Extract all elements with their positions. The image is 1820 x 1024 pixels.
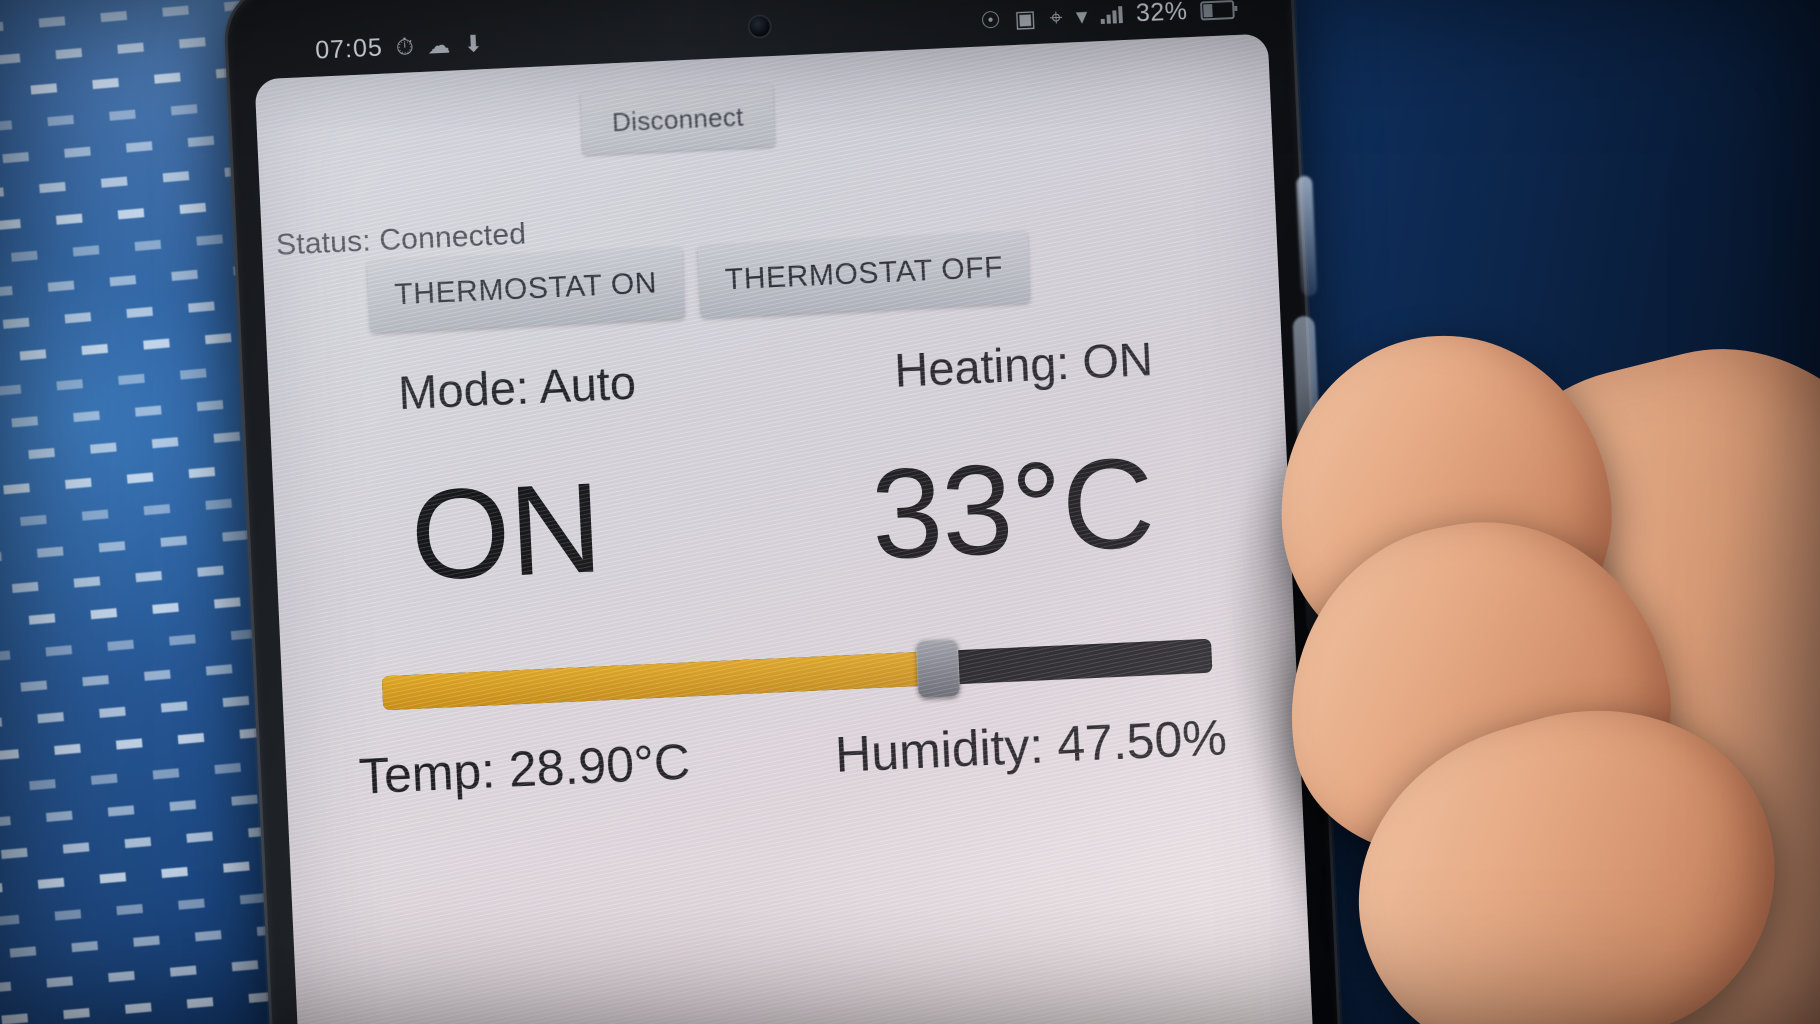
thermostat-app: Disconnect Status: Connected THERMOSTAT … — [255, 33, 1316, 1024]
sensor-readings-row: Temp: 28.90°C Humidity: 47.50% — [285, 705, 1301, 809]
slider-fill — [381, 651, 939, 711]
mode-heating-row: Mode: Auto Heating: ON — [268, 325, 1283, 426]
thermostat-off-button[interactable]: THERMOSTAT OFF — [697, 230, 1031, 318]
temperature-reading: Temp: 28.90°C — [357, 733, 692, 805]
primary-readout-row: ON 33°C — [272, 423, 1292, 616]
status-bar-left: 07:05 ⏱ ☁ ⬇ — [315, 29, 484, 66]
humidity-reading: Humidity: 47.50% — [833, 709, 1228, 783]
status-bar-right: ☉ ▣ ⌖ ▾ 32% — [980, 0, 1235, 35]
temperature-slider[interactable] — [381, 625, 1213, 723]
disconnect-button[interactable]: Disconnect — [580, 84, 776, 155]
clock-label: 07:05 — [314, 33, 384, 65]
heating-label: Heating: ON — [893, 332, 1154, 397]
battery-icon — [1199, 0, 1235, 21]
download-icon: ⬇ — [463, 29, 485, 57]
screenshot-icon: ▣ — [1013, 4, 1038, 32]
bluetooth-icon: ⌖ — [1048, 3, 1064, 30]
phone-device: 07:05 ⏱ ☁ ⬇ ☉ ▣ ⌖ ▾ 32% Disconnect Statu… — [222, 0, 1344, 1024]
app-icon: ☉ — [979, 6, 1002, 34]
slider-thumb[interactable] — [915, 638, 961, 699]
signal-bars-icon — [1101, 5, 1124, 24]
mode-label: Mode: Auto — [397, 355, 638, 420]
alarm-icon: ⏱ — [395, 32, 415, 60]
photo-scene: 07:05 ⏱ ☁ ⬇ ☉ ▣ ⌖ ▾ 32% Disconnect Statu… — [0, 0, 1820, 1024]
state-value: ON — [407, 456, 605, 608]
wifi-icon: ▾ — [1075, 2, 1089, 29]
battery-percent-label: 32% — [1135, 0, 1189, 27]
phone-screen: Disconnect Status: Connected THERMOSTAT … — [254, 33, 1316, 1024]
cloud-icon: ☁ — [426, 31, 452, 59]
thermostat-on-button[interactable]: THERMOSTAT ON — [366, 246, 685, 333]
target-temperature-value: 33°C — [868, 431, 1157, 587]
